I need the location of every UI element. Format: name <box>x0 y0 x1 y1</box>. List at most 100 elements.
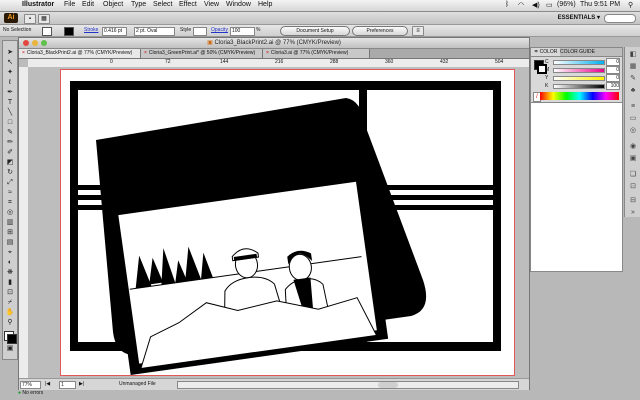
stroke-swatch[interactable] <box>64 27 74 36</box>
menu-effect[interactable]: Effect <box>179 1 197 8</box>
magic-wand-tool-icon[interactable]: ✦ <box>5 69 15 77</box>
tab-cloria3[interactable]: × Cloria3.ai @ 77% (CMYK/Preview) <box>263 49 370 58</box>
scroll-thumb[interactable] <box>378 382 398 388</box>
rotate-tool-icon[interactable]: ↻ <box>5 169 15 177</box>
zoom-level-field[interactable]: 77% <box>20 381 41 389</box>
horizontal-scrollbar[interactable] <box>177 381 519 389</box>
color-panel-icon[interactable]: ◧ <box>628 51 638 59</box>
expand-panels-icon[interactable]: » <box>628 209 638 217</box>
menu-object[interactable]: Object <box>103 1 123 8</box>
app-menu[interactable]: Illustrator <box>22 1 54 8</box>
layers-panel-icon[interactable]: ❏ <box>628 171 638 179</box>
blob-brush-tool-icon[interactable]: ✐ <box>5 149 15 157</box>
artboard[interactable] <box>60 69 515 376</box>
type-tool-icon[interactable]: T <box>5 99 15 107</box>
hand-tool-icon[interactable]: ✋ <box>5 309 15 317</box>
menu-edit[interactable]: Edit <box>82 1 94 8</box>
align-panel-icon[interactable]: ⊟ <box>628 197 638 205</box>
errors-indicator[interactable]: ● No errors <box>18 390 43 400</box>
direct-selection-tool-icon[interactable]: ↖ <box>5 59 15 67</box>
symbols-panel-icon[interactable]: ♣ <box>628 87 638 95</box>
close-tab-icon[interactable]: × <box>22 50 25 56</box>
column-graph-tool-icon[interactable]: ▮ <box>5 279 15 287</box>
perspective-grid-tool-icon[interactable]: ▥ <box>5 219 15 227</box>
arrange-documents-icon[interactable]: ▦ <box>38 14 50 24</box>
bridge-icon[interactable]: ▪ <box>24 14 36 24</box>
line-tool-icon[interactable]: ╲ <box>5 109 15 117</box>
paintbrush-tool-icon[interactable]: ✎ <box>5 129 15 137</box>
selection-tool-icon[interactable]: ➤ <box>5 49 15 57</box>
spotlight-icon[interactable]: ⚲ <box>628 1 633 9</box>
symbol-sprayer-tool-icon[interactable]: ❋ <box>5 269 15 277</box>
menu-select[interactable]: Select <box>153 1 172 8</box>
menu-help[interactable]: Help <box>258 1 272 8</box>
document-setup-button[interactable]: Document Setup <box>280 26 350 36</box>
pencil-tool-icon[interactable]: ✏ <box>5 139 15 147</box>
first-artboard-icon[interactable]: |◀ <box>45 381 50 387</box>
menu-view[interactable]: View <box>204 1 219 8</box>
status-info[interactable]: Unmanaged File <box>119 381 156 387</box>
bluetooth-icon[interactable]: ᛒ <box>505 1 509 8</box>
fill-swatch[interactable] <box>42 27 52 36</box>
menu-window[interactable]: Window <box>226 1 251 8</box>
transparency-panel-icon[interactable]: ◎ <box>628 127 638 135</box>
width-tool-icon[interactable]: ≈ <box>5 189 15 197</box>
zoom-tool-icon[interactable]: ⚲ <box>5 319 15 327</box>
last-artboard-icon[interactable]: ▶| <box>79 381 84 387</box>
battery-icon[interactable]: ▭ <box>546 1 553 9</box>
graphic-styles-panel-icon[interactable]: ▣ <box>628 155 638 163</box>
tab-blackprint2[interactable]: × Cloria3_BlackPrint2.ai @ 77% (CMYK/Prev… <box>19 49 141 58</box>
help-search-input[interactable] <box>604 14 636 23</box>
free-transform-tool-icon[interactable]: ⌗ <box>5 199 15 207</box>
eraser-tool-icon[interactable]: ◩ <box>5 159 15 167</box>
lasso-tool-icon[interactable]: ℓ <box>5 79 15 87</box>
style-swatch[interactable] <box>193 27 207 36</box>
canvas-area[interactable] <box>28 67 529 378</box>
menu-type[interactable]: Type <box>131 1 146 8</box>
magenta-value[interactable]: 0 <box>606 66 620 74</box>
opacity-field[interactable]: 100 <box>230 27 255 36</box>
magenta-slider[interactable] <box>553 68 605 73</box>
black-value[interactable]: 100 <box>606 82 620 90</box>
artwork[interactable] <box>61 70 514 375</box>
yellow-slider[interactable] <box>553 76 605 81</box>
artboard-number-field[interactable]: 1 <box>59 381 76 389</box>
tab-color-guide[interactable]: COLOR GUIDE <box>557 48 598 56</box>
menu-file[interactable]: File <box>64 1 75 8</box>
black-slider[interactable] <box>553 84 605 89</box>
color-spectrum-bar[interactable] <box>540 92 619 100</box>
artboard-tool-icon[interactable]: ⊡ <box>5 289 15 297</box>
cyan-slider[interactable] <box>553 60 605 65</box>
gradient-tool-icon[interactable]: ▤ <box>5 239 15 247</box>
tab-color[interactable]: ≑ COLOR <box>531 48 561 56</box>
yellow-value[interactable]: 0 <box>606 74 620 82</box>
volume-icon[interactable]: ◀) <box>532 1 540 9</box>
blend-tool-icon[interactable]: ◐ <box>5 259 15 267</box>
slice-tool-icon[interactable]: ⌿ <box>5 299 15 307</box>
opacity-link[interactable]: Opacity <box>211 27 228 33</box>
tab-greenprint[interactable]: × Cloria3_GreenPrint.ai* @ 50% (CMYK/Prev… <box>141 49 263 58</box>
preferences-button[interactable]: Preferences <box>352 26 408 36</box>
scale-tool-icon[interactable]: ⤢ <box>5 179 15 187</box>
gradient-panel-icon[interactable]: ▭ <box>628 115 638 123</box>
stroke-weight-field[interactable]: 0.416 pt <box>102 27 127 36</box>
clock[interactable]: Thu 9:51 PM <box>580 1 620 8</box>
close-tab-icon[interactable]: × <box>144 50 147 56</box>
drawing-mode-icon[interactable]: ▣ <box>5 345 15 353</box>
workspace-switcher[interactable]: ESSENTIALS ▾ <box>558 14 600 21</box>
eyedropper-tool-icon[interactable]: ⌖ <box>5 249 15 257</box>
wifi-icon[interactable]: ◠ <box>518 1 524 9</box>
rectangle-tool-icon[interactable]: □ <box>5 119 15 127</box>
mesh-tool-icon[interactable]: ⊞ <box>5 229 15 237</box>
close-tab-icon[interactable]: × <box>266 50 269 56</box>
cyan-value[interactable]: 0 <box>606 58 620 66</box>
appearance-panel-icon[interactable]: ◉ <box>628 143 638 151</box>
stroke-link[interactable]: Stroke <box>84 27 98 33</box>
shape-builder-tool-icon[interactable]: ◎ <box>5 209 15 217</box>
brushes-panel-icon[interactable]: ✎ <box>628 75 638 83</box>
brush-definition-select[interactable]: 2 pt. Oval <box>134 27 175 36</box>
panel-menu-icon[interactable]: ≡ <box>412 26 424 36</box>
swatches-panel-icon[interactable]: ▦ <box>628 63 638 71</box>
stroke-color-swatch[interactable] <box>7 334 17 344</box>
pen-tool-icon[interactable]: ✒ <box>5 89 15 97</box>
